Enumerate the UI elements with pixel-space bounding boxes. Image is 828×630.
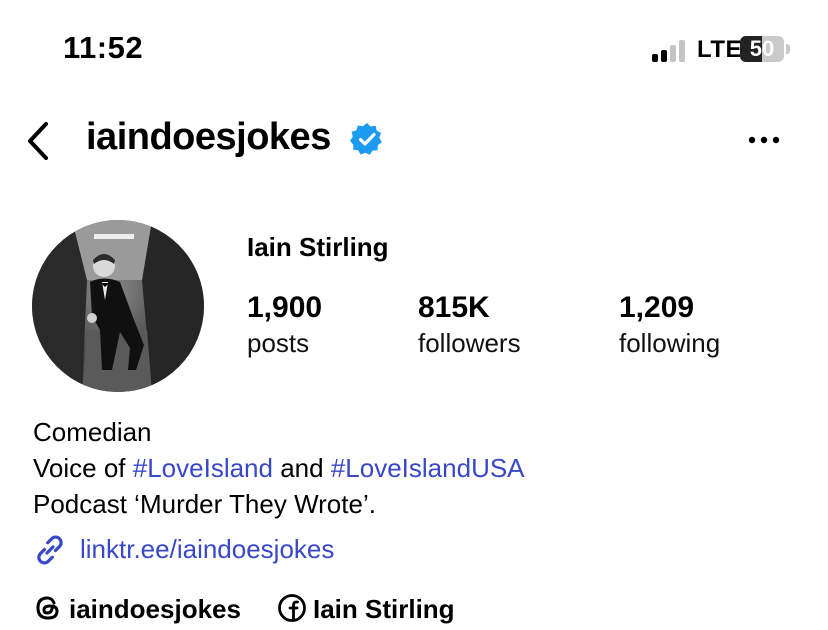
status-time: 11:52 — [63, 30, 144, 65]
profile-full-name: Iain Stirling — [247, 232, 389, 262]
bio-line-3: Podcast ‘Murder They Wrote’. — [33, 489, 376, 519]
signal-strength-icon — [652, 38, 692, 62]
profile-bio: Comedian Voice of #LoveIsland and #LoveI… — [33, 414, 525, 522]
ellipsis-icon — [748, 136, 780, 144]
threads-icon — [36, 596, 59, 620]
stat-posts-label: posts — [247, 328, 310, 358]
profile-username: iaindoesjokes — [86, 116, 331, 158]
facebook-icon — [278, 594, 306, 622]
bio-line-2: Voice of #LoveIsland and #LoveIslandUSA — [33, 450, 525, 486]
stat-posts-value: 1,900 — [247, 291, 323, 324]
threads-handle: iaindoesjokes — [69, 594, 241, 624]
hashtag-loveisland[interactable]: #LoveIsland — [133, 453, 273, 483]
link-icon — [37, 535, 63, 565]
stat-followers-value: 815K — [418, 291, 490, 324]
stat-followers-label: followers — [418, 328, 521, 358]
more-options-button[interactable] — [744, 126, 784, 154]
bio-link-text[interactable]: linktr.ee/iaindoesjokes — [80, 530, 334, 568]
bio-line-2-mid: and — [280, 453, 324, 483]
stat-posts[interactable]: 1,900 posts — [247, 290, 322, 360]
chevron-left-icon — [28, 122, 48, 160]
bio-line-2-prefix: Voice of — [33, 453, 126, 483]
network-type: LTE — [697, 36, 743, 63]
facebook-name: Iain Stirling — [313, 594, 455, 624]
bio-line-1: Comedian — [33, 417, 152, 447]
verified-badge-icon — [350, 122, 384, 156]
profile-avatar[interactable] — [32, 220, 204, 392]
stat-following[interactable]: 1,209 following — [619, 290, 720, 360]
battery-icon: 50 — [740, 36, 790, 62]
battery-level: 50 — [749, 36, 775, 61]
back-button[interactable] — [22, 118, 56, 164]
stat-following-value: 1,209 — [619, 291, 695, 324]
stat-followers[interactable]: 815K followers — [418, 290, 521, 360]
stat-following-label: following — [619, 328, 721, 358]
hashtag-loveislandusa[interactable]: #LoveIslandUSA — [331, 453, 525, 483]
